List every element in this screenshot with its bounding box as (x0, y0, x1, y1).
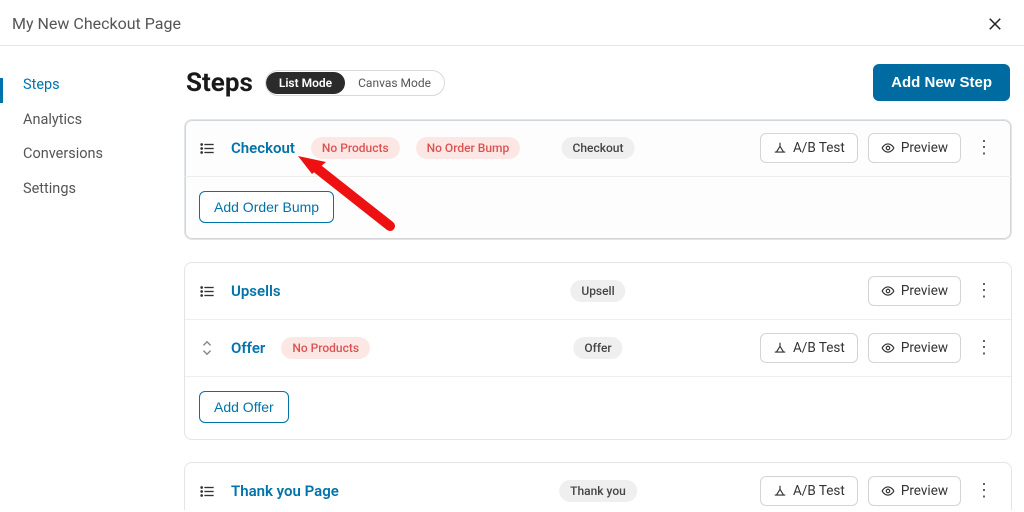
type-badge-checkout: Checkout (562, 137, 635, 159)
kebab-menu-icon[interactable]: ⋮ (971, 139, 997, 157)
preview-button[interactable]: Preview (868, 133, 961, 163)
list-icon[interactable] (199, 483, 215, 499)
badge-no-products: No Products (311, 137, 400, 159)
preview-button[interactable]: Preview (868, 333, 961, 363)
add-offer-button[interactable]: Add Offer (199, 391, 289, 423)
reorder-icon[interactable] (199, 340, 215, 356)
list-icon[interactable] (199, 283, 215, 299)
type-badge-upsell: Upsell (570, 280, 625, 302)
titlebar: My New Checkout Page (0, 0, 1024, 46)
step-card-thankyou: Thank you Page Thank you A/B Test Previe… (184, 462, 1012, 510)
sidebar-item-steps[interactable]: Steps (0, 78, 170, 103)
type-badge-thankyou: Thank you (559, 480, 637, 502)
preview-label: Preview (901, 483, 948, 499)
ab-test-label: A/B Test (793, 140, 845, 156)
sidebar: Steps Analytics Conversions Settings (0, 46, 170, 510)
close-icon[interactable] (986, 15, 1004, 33)
step-link-checkout[interactable]: Checkout (231, 139, 295, 157)
ab-test-button[interactable]: A/B Test (760, 133, 858, 163)
step-card-checkout: Checkout No Products No Order Bump Check… (184, 119, 1012, 240)
preview-label: Preview (901, 283, 948, 299)
preview-label: Preview (901, 340, 948, 356)
step-link-thankyou[interactable]: Thank you Page (231, 482, 339, 500)
add-order-bump-button[interactable]: Add Order Bump (199, 191, 334, 223)
step-card-upsells: Upsells Upsell Preview ⋮ (184, 262, 1012, 440)
kebab-menu-icon[interactable]: ⋮ (971, 282, 997, 300)
step-link-upsells[interactable]: Upsells (231, 282, 281, 300)
ab-test-label: A/B Test (793, 340, 845, 356)
page-title: Steps (186, 68, 253, 98)
main-content: Steps List Mode Canvas Mode Add New Step… (170, 46, 1024, 510)
mode-list[interactable]: List Mode (266, 72, 345, 94)
preview-button[interactable]: Preview (868, 276, 961, 306)
mode-canvas[interactable]: Canvas Mode (345, 72, 444, 94)
kebab-menu-icon[interactable]: ⋮ (971, 482, 997, 500)
ab-test-button[interactable]: A/B Test (760, 476, 858, 506)
step-link-offer[interactable]: Offer (231, 339, 265, 357)
add-new-step-button[interactable]: Add New Step (873, 64, 1010, 101)
type-badge-offer: Offer (573, 337, 622, 359)
list-icon[interactable] (199, 140, 215, 156)
ab-test-label: A/B Test (793, 483, 845, 499)
sidebar-item-settings[interactable]: Settings (0, 172, 170, 207)
kebab-menu-icon[interactable]: ⋮ (971, 339, 997, 357)
badge-no-order-bump: No Order Bump (416, 137, 521, 159)
window-title: My New Checkout Page (12, 14, 181, 33)
sidebar-item-conversions[interactable]: Conversions (0, 137, 170, 172)
sidebar-item-analytics[interactable]: Analytics (0, 103, 170, 138)
preview-button[interactable]: Preview (868, 476, 961, 506)
mode-toggle: List Mode Canvas Mode (265, 70, 445, 96)
preview-label: Preview (901, 140, 948, 156)
badge-no-products: No Products (281, 337, 370, 359)
ab-test-button[interactable]: A/B Test (760, 333, 858, 363)
